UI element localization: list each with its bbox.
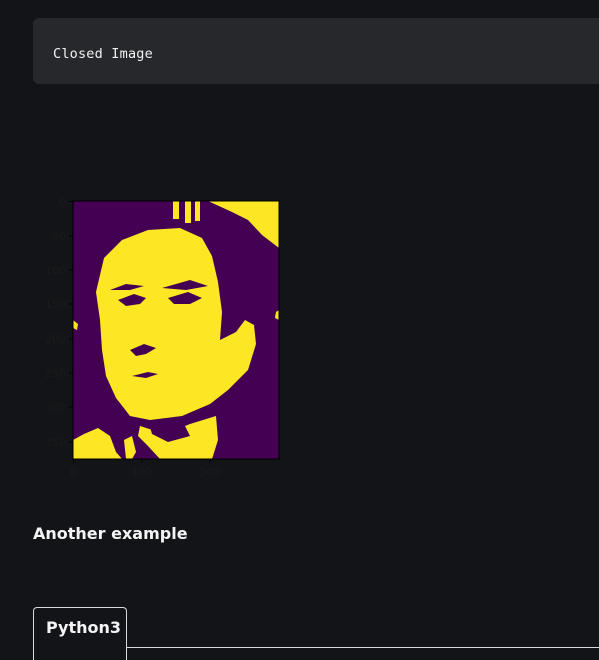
code-output-text: Closed Image	[53, 46, 153, 62]
binary-image-plot: 0 50 100 150 200 250 300 350 0 100 200	[40, 190, 290, 480]
code-output-block: Closed Image	[33, 18, 599, 84]
hair-stroke	[173, 201, 179, 219]
x-axis	[73, 459, 211, 463]
y-tick-label: 300	[45, 401, 66, 414]
x-tick-label: 100	[132, 466, 153, 479]
y-tick-labels: 0 50 100 150 200 250 300 350	[45, 196, 66, 450]
y-tick-label: 150	[45, 298, 66, 311]
y-tick-label: 250	[45, 367, 66, 380]
tabs-divider	[126, 647, 599, 648]
y-tick-label: 50	[52, 230, 66, 243]
tab-label: Python3	[46, 618, 122, 637]
y-tick-label: 100	[45, 264, 66, 277]
tab-python3[interactable]: Python3	[33, 607, 127, 660]
code-tabs: Python3	[33, 607, 599, 660]
x-tick-label: 0	[70, 466, 77, 479]
y-tick-label: 0	[59, 196, 66, 209]
y-tick-label: 350	[45, 436, 66, 449]
plot-svg: 0 50 100 150 200 250 300 350 0 100 200	[45, 196, 280, 479]
hair-stroke	[195, 201, 200, 221]
x-tick-labels: 0 100 200	[70, 466, 221, 479]
x-tick-label: 200	[200, 466, 221, 479]
hair-stroke	[185, 201, 191, 223]
y-tick-label: 200	[45, 333, 66, 346]
page: Closed Image 0 50 100 150 200 250 300 35…	[0, 0, 599, 660]
section-heading: Another example	[33, 524, 188, 543]
y-axis	[69, 201, 73, 443]
